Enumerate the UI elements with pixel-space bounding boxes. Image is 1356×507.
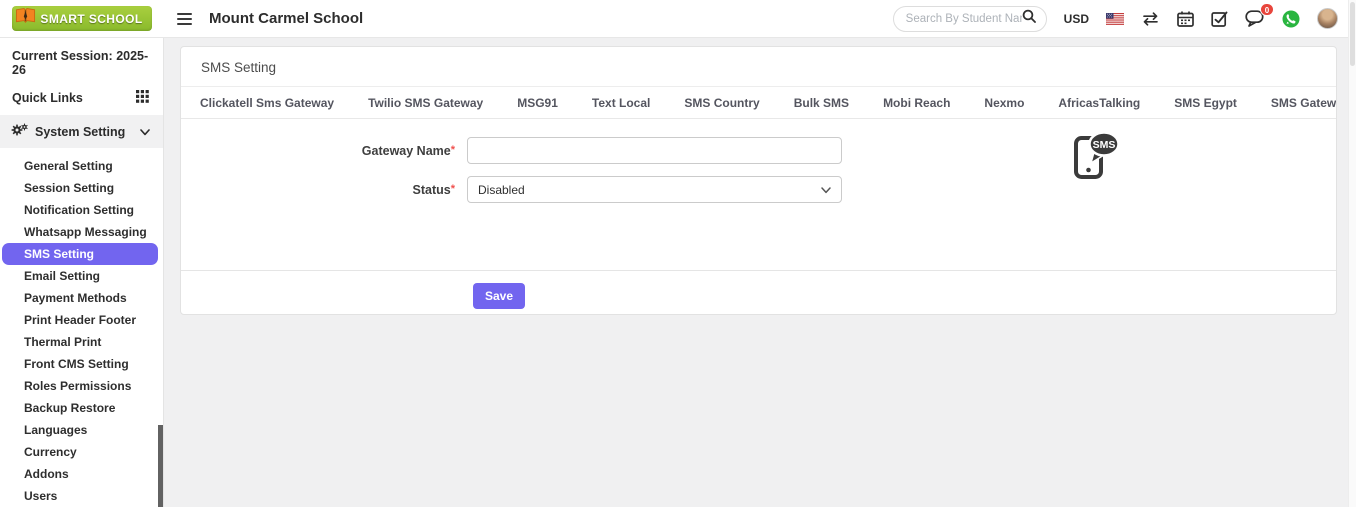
gateway-form: Gateway Name* Status* Disabled SMS xyxy=(181,119,1336,270)
tab-twilio-sms-gateway[interactable]: Twilio SMS Gateway xyxy=(351,87,500,118)
page-scrollbar-thumb[interactable] xyxy=(1350,2,1355,66)
status-select[interactable]: Disabled xyxy=(467,176,842,203)
tab-mobi-reach[interactable]: Mobi Reach xyxy=(866,87,967,118)
svg-text:SMS: SMS xyxy=(1093,139,1116,151)
status-label: Status* xyxy=(412,182,455,197)
sidebar-item-roles-permissions[interactable]: Roles Permissions xyxy=(0,375,163,397)
student-search xyxy=(892,5,1047,32)
sidebar-item-notification-setting[interactable]: Notification Setting xyxy=(0,199,163,221)
tab-sms-country[interactable]: SMS Country xyxy=(667,87,776,118)
required-marker: * xyxy=(450,143,455,156)
tab-africastalking[interactable]: AfricasTalking xyxy=(1041,87,1157,118)
tab-text-local[interactable]: Text Local xyxy=(575,87,667,118)
sidebar-section-system-setting[interactable]: System Setting xyxy=(0,115,163,148)
topbar-actions: USD xyxy=(892,3,1356,32)
tab-msg91[interactable]: MSG91 xyxy=(500,87,575,118)
card-footer: Save xyxy=(181,270,1336,309)
quick-links[interactable]: Quick Links xyxy=(0,81,163,115)
logo-area: SMART SCHOOL xyxy=(0,6,164,31)
gears-icon xyxy=(11,123,28,140)
sms-phone-icon: SMS xyxy=(1066,125,1124,188)
logo-text: SMART SCHOOL xyxy=(40,11,143,26)
search-input[interactable] xyxy=(905,12,1022,25)
chevron-down-icon xyxy=(140,125,150,139)
tab-sms-egypt[interactable]: SMS Egypt xyxy=(1157,87,1254,118)
whatsapp-icon[interactable] xyxy=(1282,10,1300,28)
sidebar-item-users[interactable]: Users xyxy=(0,485,163,507)
sidebar-item-currency[interactable]: Currency xyxy=(0,441,163,463)
grid-icon xyxy=(136,90,149,106)
gateway-name-label: Gateway Name* xyxy=(361,143,455,158)
tab-clickatell-sms-gateway[interactable]: Clickatell Sms Gateway xyxy=(183,87,351,118)
select-chevron-down-icon xyxy=(821,183,831,197)
sidebar-item-session-setting[interactable]: Session Setting xyxy=(0,177,163,199)
smart-school-logo: SMART SCHOOL xyxy=(12,6,152,31)
sidebar-item-languages[interactable]: Languages xyxy=(0,419,163,441)
sidebar-item-thermal-print[interactable]: Thermal Print xyxy=(0,331,163,353)
search-icon[interactable] xyxy=(1022,9,1036,28)
currency-selector[interactable]: USD xyxy=(1064,12,1089,26)
sidebar: Current Session: 2025-26 Quick Links Sys… xyxy=(0,38,164,507)
sidebar-item-sms-setting[interactable]: SMS Setting xyxy=(2,243,158,265)
book-pen-icon xyxy=(15,7,36,30)
sidebar-item-whatsapp-messaging[interactable]: Whatsapp Messaging xyxy=(0,221,163,243)
card-title: SMS Setting xyxy=(181,47,1336,87)
main-content: SMS Setting Clickatell Sms Gateway Twili… xyxy=(164,38,1356,507)
required-marker: * xyxy=(450,182,455,195)
sidebar-item-addons[interactable]: Addons xyxy=(0,463,163,485)
tab-nexmo[interactable]: Nexmo xyxy=(967,87,1041,118)
swap-arrows-icon[interactable] xyxy=(1141,11,1160,26)
current-session: Current Session: 2025-26 xyxy=(12,49,149,77)
sidebar-section-label: System Setting xyxy=(35,124,126,139)
tab-sms-gateway-hub[interactable]: SMS Gateway Hub xyxy=(1254,87,1336,118)
status-selected-value: Disabled xyxy=(478,182,525,197)
sidebar-scrollbar[interactable] xyxy=(158,425,163,507)
task-check-icon[interactable] xyxy=(1211,11,1228,27)
save-button[interactable]: Save xyxy=(473,283,526,309)
hamburger-menu-icon[interactable] xyxy=(177,10,192,28)
sidebar-item-front-cms-setting[interactable]: Front CMS Setting xyxy=(0,353,163,375)
sms-setting-card: SMS Setting Clickatell Sms Gateway Twili… xyxy=(180,46,1337,315)
sidebar-item-print-header-footer[interactable]: Print Header Footer xyxy=(0,309,163,331)
messages-icon[interactable]: 0 xyxy=(1245,3,1274,27)
top-bar: SMART SCHOOL Mount Carmel School USD xyxy=(0,0,1356,38)
page-scrollbar[interactable] xyxy=(1348,0,1356,507)
tab-bulk-sms[interactable]: Bulk SMS xyxy=(777,87,866,118)
calendar-icon[interactable] xyxy=(1177,11,1194,27)
sidebar-nav: General Setting Session Setting Notifica… xyxy=(0,148,163,507)
page-title: Mount Carmel School xyxy=(209,10,364,27)
chat-badge: 0 xyxy=(1260,3,1274,16)
sidebar-item-email-setting[interactable]: Email Setting xyxy=(0,265,163,287)
user-avatar[interactable] xyxy=(1317,8,1338,29)
us-flag-icon[interactable] xyxy=(1106,12,1124,25)
sidebar-item-backup-restore[interactable]: Backup Restore xyxy=(0,397,163,419)
sidebar-item-general-setting[interactable]: General Setting xyxy=(0,155,163,177)
gateway-tabs: Clickatell Sms Gateway Twilio SMS Gatewa… xyxy=(181,87,1336,119)
sidebar-item-payment-methods[interactable]: Payment Methods xyxy=(0,287,163,309)
gateway-name-input[interactable] xyxy=(467,137,842,164)
